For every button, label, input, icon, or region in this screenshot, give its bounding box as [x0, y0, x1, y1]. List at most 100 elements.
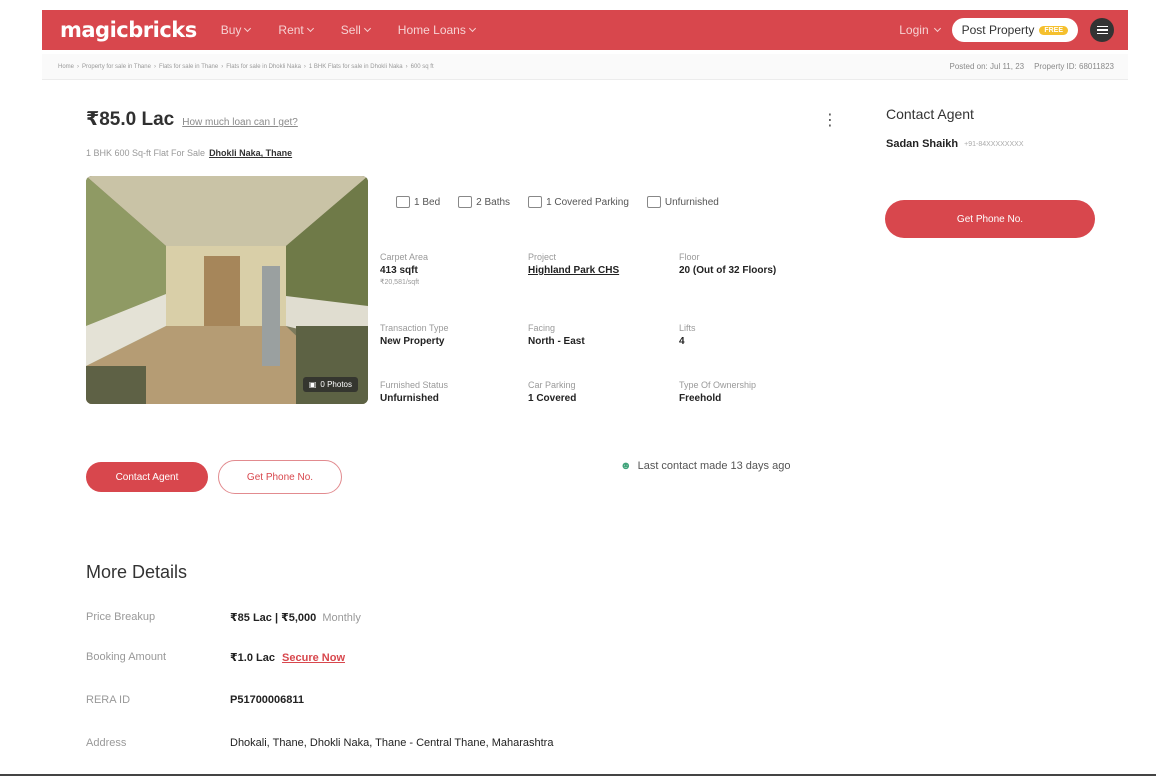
top-navigation: magicbricks Buy Rent Sell Home Loans Log… [42, 10, 1128, 50]
spec-label: Transaction Type [380, 323, 449, 333]
nav-item-sell[interactable]: Sell [340, 23, 371, 37]
spec-subvalue: ₹20,581/sqft [380, 279, 420, 286]
post-property-button[interactable]: Post Property FREE [951, 18, 1078, 42]
post-property-label: Post Property [961, 23, 1035, 37]
last-contact-info: ☻ Last contact made 13 days ago [620, 460, 790, 472]
feature-label: 2 Baths [476, 196, 511, 208]
more-options-icon[interactable]: ⋮ [822, 110, 838, 130]
breadcrumb-item: 600 sq ft [410, 63, 434, 70]
nav-item-buy[interactable]: Buy [220, 23, 252, 37]
page-bottom-border [0, 774, 1156, 776]
chevron-down-icon [306, 24, 314, 33]
detail-row-price-breakup: Price Breakup ₹85 Lac | ₹5,000 Monthly [86, 611, 361, 624]
spec-project: Project Highland Park CHS [528, 252, 619, 276]
spec-transaction-type: Transaction Type New Property [380, 323, 449, 347]
listing-subtitle: 1 BHK 600 Sq-ft Flat For Sale Dhokli Nak… [86, 148, 292, 158]
photo-count-badge[interactable]: ▣ 0 Photos [302, 377, 358, 392]
breadcrumb-item[interactable]: Flats for sale in Dhokli Naka [226, 64, 301, 70]
detail-value: ₹85 Lac | ₹5,000 Monthly [230, 611, 361, 624]
price: ₹85.0 Lac [86, 109, 175, 130]
detail-label: Price Breakup [86, 611, 156, 623]
location-link[interactable]: Dhokli Naka, Thane [209, 148, 292, 158]
chevron-down-icon [468, 24, 476, 33]
contact-agent-button[interactable]: Contact Agent [86, 462, 208, 492]
breadcrumb-item[interactable]: 1 BHK Flats for sale in Dhokli Naka [309, 64, 403, 70]
furnishing-icon [646, 196, 661, 208]
photo-count: 0 Photos [320, 380, 352, 389]
listing-meta: Posted on: Jul 11, 23 Property ID: 68011… [950, 62, 1114, 71]
feature-bath: 2 Baths [458, 196, 510, 208]
secure-now-link[interactable]: Secure Now [282, 652, 345, 664]
bath-icon [458, 196, 473, 208]
nav-item-label: Home Loans [397, 23, 466, 37]
feature-label: 1 Bed [414, 196, 441, 208]
nav-right: Login Post Property FREE [899, 18, 1114, 42]
breadcrumb-item[interactable]: Home [58, 64, 74, 70]
spec-label: Facing [528, 323, 556, 333]
spec-label: Project [528, 252, 557, 262]
chevron-down-icon [933, 24, 941, 33]
booking-amount-value: ₹1.0 Lac [230, 652, 275, 664]
spec-label: Type Of Ownership [679, 380, 757, 390]
spec-value: 20 (Out of 32 Floors) [679, 265, 777, 276]
rera-id-value: P51700006811 [230, 694, 305, 706]
nav-item-label: Sell [340, 23, 361, 37]
loan-eligibility-link[interactable]: How much loan can I get? [182, 117, 298, 128]
nav-item-home-loans[interactable]: Home Loans [397, 23, 476, 37]
spec-label: Floor [679, 252, 700, 262]
spec-ownership: Type Of Ownership Freehold [679, 380, 756, 404]
breadcrumb: Home › Property for sale in Thane › Flats … [58, 63, 434, 70]
breadcrumb-item[interactable]: Property for sale in Thane [82, 64, 151, 70]
kitchen-image [86, 176, 368, 404]
login-menu[interactable]: Login [899, 23, 941, 37]
spec-facing: Facing North - East [528, 323, 585, 347]
price-row: ₹85.0 Lac How much loan can I get? [86, 108, 298, 131]
contact-agent-heading: Contact Agent [886, 106, 974, 122]
breadcrumb-item[interactable]: Flats for sale in Thane [159, 64, 218, 70]
nav-item-rent[interactable]: Rent [278, 23, 314, 37]
more-details-heading: More Details [86, 562, 188, 582]
nav-menu: Buy Rent Sell Home Loans [220, 23, 476, 37]
spec-label: Lifts [679, 323, 696, 333]
chevron-down-icon [363, 24, 371, 33]
last-contact-text: Last contact made 13 days ago [637, 460, 791, 472]
feature-label: Unfurnished [664, 196, 719, 208]
site-logo[interactable]: magicbricks [60, 18, 197, 42]
project-link[interactable]: Highland Park CHS [528, 265, 619, 276]
spec-value: Unfurnished [380, 393, 439, 404]
detail-label: RERA ID [86, 694, 131, 706]
spec-value: 4 [679, 336, 685, 347]
camera-icon: ▣ [308, 380, 317, 389]
get-phone-button[interactable]: Get Phone No. [218, 460, 342, 494]
person-icon: ☻ [620, 460, 632, 472]
detail-row-rera: RERA ID P51700006811 [86, 694, 304, 706]
posted-on: Posted on: Jul 11, 23 [949, 62, 1025, 71]
breadcrumb-bar: Home › Property for sale in Thane › Flats … [42, 54, 1128, 80]
bed-icon [396, 196, 410, 208]
address-value: Dhokali, Thane, Dhokli Naka, Thane - Cen… [230, 737, 554, 749]
nav-item-label: Buy [220, 23, 242, 37]
spec-value: Freehold [679, 393, 722, 404]
spec-lifts: Lifts 4 [679, 323, 696, 347]
agent-phone: +91-84XXXXXXXX [964, 140, 1024, 148]
spec-value: 413 sqft [380, 265, 418, 276]
feature-parking: 1 Covered Parking [528, 196, 629, 208]
spec-value: New Property [380, 336, 445, 347]
free-badge: FREE [1039, 25, 1068, 35]
login-label: Login [899, 23, 929, 37]
detail-value: ₹1.0 Lac Secure Now [230, 651, 345, 664]
feature-summary: 1 Bed 2 Baths 1 Covered Parking Unfurnis… [396, 196, 719, 208]
listing-summary: 1 BHK 600 Sq-ft Flat For Sale [86, 148, 206, 158]
property-photo[interactable]: ▣ 0 Photos [86, 176, 368, 404]
price-breakup-value: ₹85 Lac | ₹5,000 [230, 612, 317, 624]
spec-car-parking: Car Parking 1 Covered [528, 380, 576, 404]
hamburger-menu-icon[interactable] [1090, 18, 1114, 42]
agent-get-phone-button[interactable]: Get Phone No. [885, 200, 1095, 238]
agent-info: Sadan Shaikh +91-84XXXXXXXX [886, 138, 1023, 150]
spec-label: Carpet Area [380, 252, 429, 262]
detail-label: Booking Amount [86, 651, 167, 663]
spec-carpet-area: Carpet Area 413 sqft ₹20,581/sqft [380, 252, 428, 286]
spec-value: 1 Covered [528, 393, 577, 404]
spec-label: Furnished Status [380, 380, 449, 390]
property-id: Property ID: 68011823 [1034, 62, 1114, 71]
